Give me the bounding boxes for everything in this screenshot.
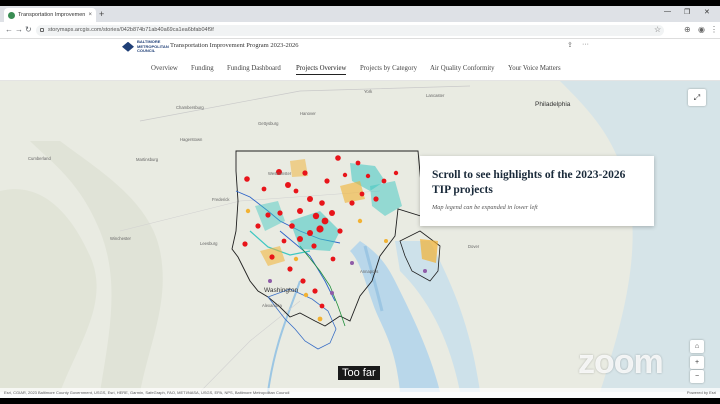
nav-projects-overview[interactable]: Projects Overview [296,65,347,75]
nav-your-voice-matters[interactable]: Your Voice Matters [508,65,561,72]
place-label: Hanover [300,111,316,116]
profile-icon[interactable]: ◉ [698,25,705,34]
new-tab-button[interactable]: + [99,9,104,19]
logo-line: COUNCIL [137,48,156,53]
reload-icon[interactable]: ↻ [25,25,32,34]
zoom-watermark: zoom [578,343,664,381]
nav-funding-dashboard[interactable]: Funding Dashboard [227,65,281,72]
tab-title: Transportation Improvement Pr... [18,12,86,18]
bookmark-star-icon[interactable]: ☆ [654,25,661,34]
place-label: Annapolis [360,269,379,274]
nav-air-quality-conformity[interactable]: Air Quality Conformity [430,65,495,72]
place-label: Leesburg [200,241,218,246]
tab-close-icon[interactable]: × [88,12,92,18]
caption-overlay: Too far [338,366,380,380]
place-label: Chambersburg [176,105,204,110]
expand-map-icon[interactable]: ⤢ [688,89,706,106]
nav-overview[interactable]: Overview [151,65,178,72]
browser-menu-icon[interactable]: ⋮ [710,25,718,34]
attribution-text: Esri, CGIAR, 2023 Baltimore County Gover… [4,390,290,395]
forward-arrow-icon[interactable]: → [15,25,23,34]
place-label: Martinsburg [136,157,159,162]
more-options-icon[interactable]: ··· [582,41,589,48]
lock-icon[interactable] [40,28,44,32]
zoom-out-icon[interactable]: − [690,370,704,383]
place-label: Lancaster [426,93,445,98]
place-label: Westminster [268,171,292,176]
bmc-logo[interactable]: BALTIMORE METROPOLITAN COUNCIL [122,39,169,54]
card-heading: Scroll to see highlights of the 2023-202… [432,169,626,196]
place-label: Hagerstown [180,137,203,142]
maximize-button[interactable]: ❐ [684,8,690,16]
url-input[interactable]: storymaps.arcgis.com/stories/042b874b71a… [36,25,664,36]
home-icon[interactable]: ⌂ [690,340,704,353]
map-attribution: Esri, CGIAR, 2023 Baltimore County Gover… [0,388,720,398]
address-bar-row: ← → ↻ storymaps.arcgis.com/stories/042b8… [0,22,720,39]
place-label: Winchester [110,236,131,241]
logo-text: BALTIMORE METROPOLITAN COUNCIL [137,39,169,54]
tab-bar: Transportation Improvement Pr... × + — ❐… [0,6,720,22]
story-info-card: Scroll to see highlights of the 2023-202… [420,156,654,226]
storymaps-favicon-icon [8,11,15,19]
story-title: Transportation Improvement Program 2023-… [170,42,299,49]
place-label: Frederick [212,197,230,202]
place-label: Cumberland [28,156,51,161]
minimize-button[interactable]: — [664,8,671,15]
close-window-button[interactable]: ✕ [704,8,710,16]
bmc-logo-mark-icon [122,41,134,52]
place-label: Dover [468,244,480,249]
extensions-icon[interactable]: ⊕ [684,25,691,34]
browser-tab[interactable]: Transportation Improvement Pr... × [4,8,96,22]
nav-funding[interactable]: Funding [191,65,214,72]
card-subheading: Map legend can be expanded in lower left [432,204,538,211]
zoom-in-icon[interactable]: + [690,356,704,369]
nav-projects-by-category[interactable]: Projects by Category [360,65,417,72]
place-label: Washington [264,287,299,294]
back-arrow-icon[interactable]: ← [5,25,13,34]
place-label: Alexandria [262,303,282,308]
share-icon[interactable]: ⇪ [567,41,573,49]
place-label: York [364,89,373,94]
place-label: Gettysburg [258,121,279,126]
powered-by-esri[interactable]: Powered by Esri [687,388,716,398]
place-label: Philadelphia [535,101,571,108]
